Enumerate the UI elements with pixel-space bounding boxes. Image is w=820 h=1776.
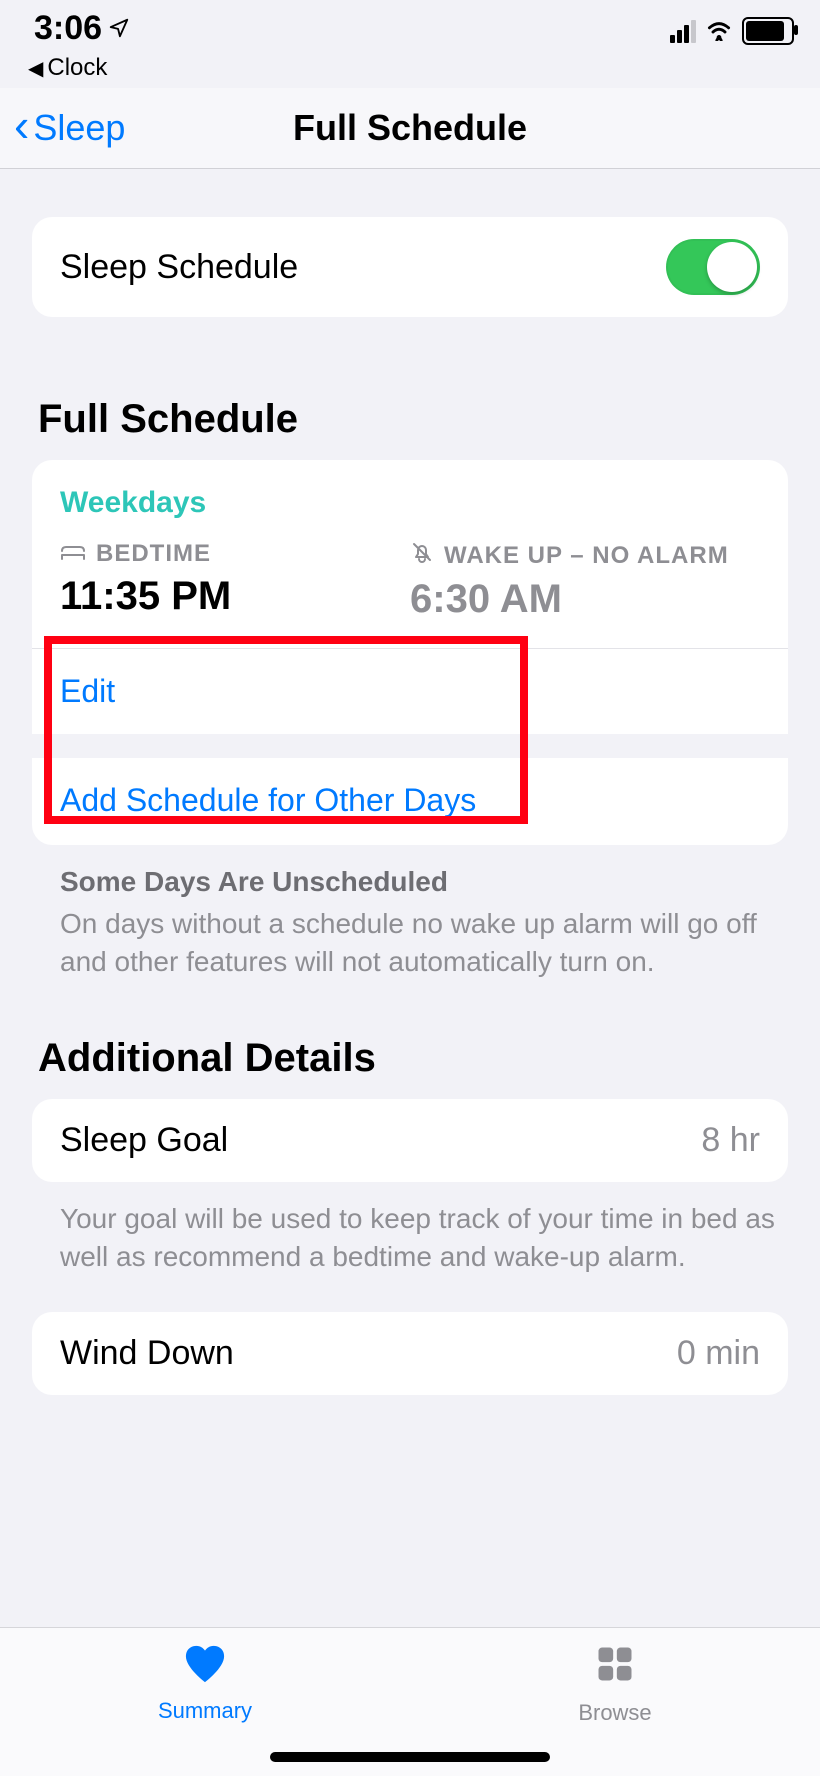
wakeup-value: 6:30 AM (410, 577, 760, 622)
back-triangle-icon: ◀ (28, 56, 43, 81)
add-schedule-label: Add Schedule for Other Days (60, 782, 476, 818)
sleep-goal-row[interactable]: Sleep Goal 8 hr (32, 1099, 788, 1182)
unscheduled-note: Some Days Are Unscheduled On days withou… (32, 845, 788, 980)
breadcrumb-label: Clock (47, 54, 107, 82)
status-bar: 3:06 (0, 0, 820, 56)
sleep-schedule-card: Sleep Schedule (32, 217, 788, 317)
bedtime-head: BEDTIME (96, 540, 211, 568)
page-title: Full Schedule (293, 107, 527, 149)
edit-label: Edit (60, 673, 115, 709)
location-icon (108, 9, 130, 48)
breadcrumb[interactable]: ◀ Clock (0, 54, 820, 82)
wind-down-value: 0 min (677, 1334, 760, 1373)
edit-schedule-button[interactable]: Edit (60, 649, 760, 734)
sleep-schedule-toggle[interactable] (666, 239, 760, 295)
home-indicator[interactable] (270, 1752, 550, 1762)
bedtime-value: 11:35 PM (60, 574, 410, 619)
section-full-schedule: Full Schedule (38, 397, 788, 442)
section-additional-details: Additional Details (38, 1036, 788, 1081)
sleep-goal-label: Sleep Goal (60, 1121, 228, 1160)
cell-signal-icon (670, 20, 696, 43)
unscheduled-note-title: Some Days Are Unscheduled (60, 863, 782, 901)
wifi-icon (704, 17, 734, 46)
heart-icon (182, 1642, 228, 1690)
add-schedule-button[interactable]: Add Schedule for Other Days (60, 758, 760, 845)
back-button[interactable]: ‹ Sleep (14, 107, 125, 149)
bed-icon (60, 540, 86, 568)
grid-icon (593, 1642, 637, 1692)
sleep-schedule-label: Sleep Schedule (60, 248, 298, 287)
tab-bar: Summary Browse (0, 1627, 820, 1776)
sleep-goal-value: 8 hr (701, 1121, 760, 1160)
back-label: Sleep (33, 107, 125, 149)
wakeup-head: WAKE UP – NO ALARM (444, 542, 729, 570)
unscheduled-note-body: On days without a schedule no wake up al… (60, 908, 757, 977)
schedule-days-label: Weekdays (60, 486, 760, 520)
tab-summary-label: Summary (158, 1698, 252, 1724)
wind-down-row[interactable]: Wind Down 0 min (32, 1312, 788, 1395)
wind-down-label: Wind Down (60, 1334, 234, 1373)
bell-off-icon (410, 540, 434, 571)
nav-bar: ‹ Sleep Full Schedule (0, 88, 820, 169)
schedule-card: Weekdays BEDTIME 11:35 PM WAKE UP – NO A… (32, 460, 788, 845)
status-time: 3:06 (34, 9, 102, 48)
sleep-goal-note: Your goal will be used to keep track of … (32, 1182, 788, 1276)
tab-browse-label: Browse (578, 1700, 651, 1726)
battery-icon (742, 17, 794, 45)
